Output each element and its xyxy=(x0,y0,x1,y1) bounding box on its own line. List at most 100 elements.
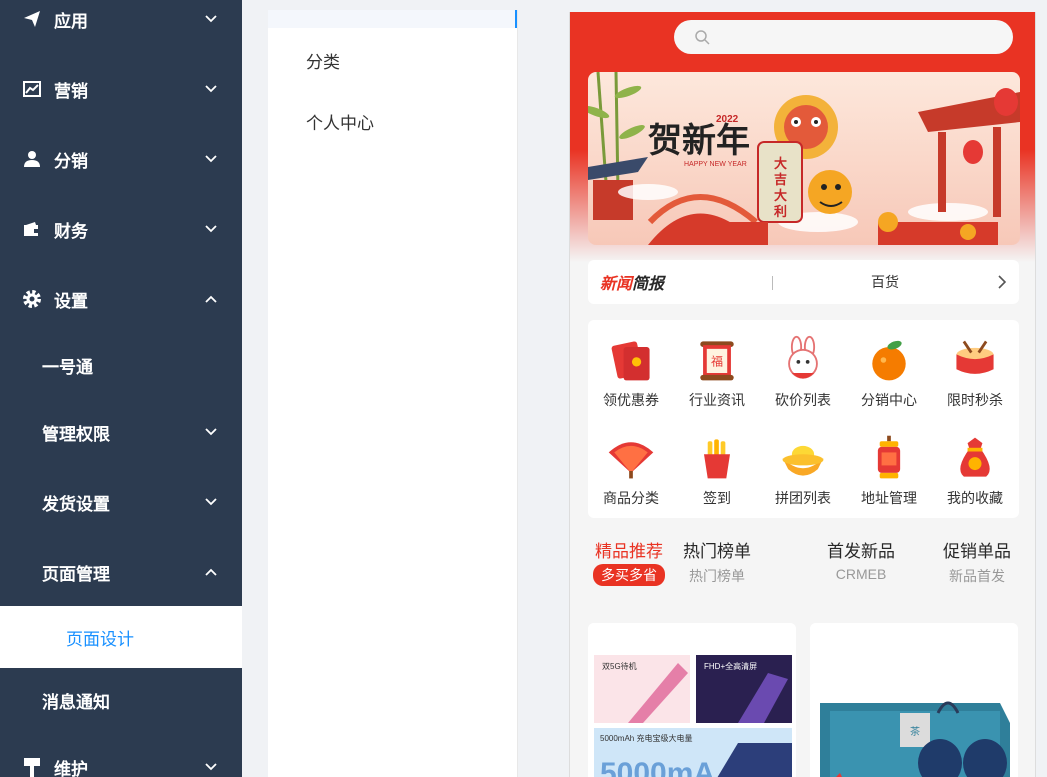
menu-distribution-center[interactable]: 分销中心 xyxy=(846,320,932,410)
tab-hot[interactable]: 热门榜单 热门榜单 xyxy=(667,537,767,586)
chevron-down-icon xyxy=(205,225,217,233)
chevron-down-icon xyxy=(205,15,217,23)
wallet-icon xyxy=(22,219,42,239)
search-bar[interactable] xyxy=(674,20,1013,54)
user-icon xyxy=(22,149,42,169)
svg-text:福: 福 xyxy=(711,354,723,369)
sidebar-item-settings[interactable]: 设置 xyxy=(0,269,242,329)
sidebar-item-label: 维护 xyxy=(54,759,88,777)
sidebar-subitem-notifications[interactable]: 消息通知 xyxy=(0,670,242,730)
tab-recommended[interactable]: 精品推荐 多买多省 xyxy=(579,537,679,586)
menu-address[interactable]: 地址管理 xyxy=(846,418,932,508)
sidebar-item-label: 分销 xyxy=(54,151,88,171)
sidebar-subitem-label: 页面设计 xyxy=(66,629,134,649)
tab-title: 首发新品 xyxy=(827,542,895,561)
banner-subtitle: HAPPY NEW YEAR xyxy=(684,161,747,168)
product-card[interactable]: 双5G待机 FHD+全高清屏 5000mAh 充电宝级大电量 5000mA xyxy=(588,623,796,777)
chevron-down-icon xyxy=(205,428,217,436)
menu-label: 签到 xyxy=(703,490,731,506)
sidebar-item-apps[interactable]: 应用 xyxy=(0,0,242,49)
search-icon xyxy=(695,30,710,45)
tab-subtitle: 新品首发 xyxy=(949,568,1005,584)
news-logo: 新闻简报 xyxy=(600,270,664,294)
red-envelope-icon xyxy=(611,341,650,381)
firecracker-icon xyxy=(704,439,730,479)
sidebar-item-label: 营销 xyxy=(54,81,88,101)
news-bar[interactable]: 新闻简报 百货 xyxy=(588,260,1019,304)
sidebar-subitem-label: 一号通 xyxy=(42,357,93,377)
tab-title: 热门榜单 xyxy=(683,542,751,561)
menu-label: 砍价列表 xyxy=(775,392,831,408)
sidebar-item-maintenance[interactable]: 维护 xyxy=(0,737,242,777)
sidebar-subitem-yihaotong[interactable]: 一号通 xyxy=(0,335,242,395)
page-list-item-user-center[interactable]: 个人中心 xyxy=(306,109,374,134)
sidebar: 应用 营销 分销 财务 设置 一号通 管理权限 发货设置 页面管理 页面设计 消… xyxy=(0,0,242,777)
tab-title: 促销单品 xyxy=(943,542,1011,561)
scroll-icon: 福 xyxy=(700,341,734,381)
sidebar-subitem-shipping[interactable]: 发货设置 xyxy=(0,472,242,532)
chevron-down-icon xyxy=(205,155,217,163)
page-list-item-category[interactable]: 分类 xyxy=(306,48,340,73)
news-logo-part2: 简报 xyxy=(632,276,665,293)
menu-label: 限时秒杀 xyxy=(947,392,1003,408)
menu-label: 分销中心 xyxy=(861,392,917,408)
menu-category[interactable]: 商品分类 xyxy=(588,418,674,508)
tab-subtitle-badge: 多买多省 xyxy=(593,564,665,586)
tab-title: 精品推荐 xyxy=(595,542,663,561)
tab-promotion[interactable]: 促销单品 新品首发 xyxy=(927,537,1027,586)
tab-new[interactable]: 首发新品 CRMEB xyxy=(811,537,911,582)
menu-grid: 领优惠券 福 行业资讯 砍价列表 分销中心 限时秒杀 商品分类 签到 拼团列表 … xyxy=(588,320,1019,518)
sidebar-item-marketing[interactable]: 营销 xyxy=(0,59,242,119)
menu-label: 领优惠券 xyxy=(603,392,659,408)
hammer-icon xyxy=(22,757,42,777)
menu-coupon[interactable]: 领优惠券 xyxy=(588,320,674,410)
mobile-preview: 贺新年 2022 HAPPY NEW YEAR 大吉大利 新闻简报 百货 领优惠… xyxy=(569,12,1036,777)
menu-group-buy[interactable]: 拼团列表 xyxy=(760,418,846,508)
sidebar-item-label: 设置 xyxy=(54,291,88,311)
send-icon xyxy=(22,9,42,29)
fan-icon xyxy=(608,442,654,479)
drum-icon xyxy=(956,340,994,374)
sidebar-item-finance[interactable]: 财务 xyxy=(0,199,242,259)
lantern-icon xyxy=(877,435,901,479)
sidebar-item-distribution[interactable]: 分销 xyxy=(0,129,242,189)
product-image: 双5G待机 FHD+全高清屏 5000mAh 充电宝级大电量 5000mA xyxy=(588,623,796,777)
product-tabs: 精品推荐 多买多省 热门榜单 热门榜单 首发新品 CRMEB 促销单品 新品首发 xyxy=(570,537,1035,597)
menu-favorites[interactable]: 我的收藏 xyxy=(932,418,1018,508)
sidebar-subitem-label: 发货设置 xyxy=(42,494,110,514)
menu-industry-news[interactable]: 福 行业资讯 xyxy=(674,320,760,410)
orange-icon xyxy=(872,340,906,381)
product-big-text: 5000mA xyxy=(600,757,715,777)
sidebar-subitem-permissions[interactable]: 管理权限 xyxy=(0,402,242,462)
sidebar-subitem-page-management[interactable]: 页面管理 xyxy=(0,542,242,602)
lucky-bag-icon xyxy=(960,437,990,477)
sidebar-subitem-label: 管理权限 xyxy=(42,424,110,444)
banner-title: 贺新年 xyxy=(648,121,750,161)
menu-label: 商品分类 xyxy=(603,490,659,506)
sidebar-subitem-label: 消息通知 xyxy=(42,692,110,712)
sidebar-item-label: 财务 xyxy=(54,221,88,241)
chevron-up-icon xyxy=(205,568,217,576)
chevron-up-icon xyxy=(205,295,217,303)
product-card[interactable]: 茶 xyxy=(810,623,1018,777)
rabbit-icon xyxy=(788,335,818,379)
menu-label: 我的收藏 xyxy=(947,490,1003,506)
banner-year: 2022 xyxy=(716,114,739,125)
menu-flash-sale[interactable]: 限时秒杀 xyxy=(932,320,1018,410)
tab-subtitle: CRMEB xyxy=(835,566,887,582)
product-badge: 双5G待机 xyxy=(602,661,637,671)
menu-bargain[interactable]: 砍价列表 xyxy=(760,320,846,410)
page-list-selected-strip[interactable] xyxy=(268,10,517,28)
sidebar-item-label: 应用 xyxy=(54,11,88,31)
chevron-right-icon xyxy=(998,275,1007,289)
news-text: 百货 xyxy=(871,274,899,290)
divider xyxy=(772,276,773,290)
menu-checkin[interactable]: 签到 xyxy=(674,418,760,508)
chevron-down-icon xyxy=(205,498,217,506)
news-logo-part1: 新闻 xyxy=(600,276,633,293)
menu-label: 拼团列表 xyxy=(775,490,831,506)
sidebar-subitem-page-design[interactable]: 页面设计 xyxy=(0,606,242,668)
chevron-down-icon xyxy=(205,763,217,771)
product-badge: FHD+全高清屏 xyxy=(704,661,757,671)
banner-image[interactable]: 贺新年 2022 HAPPY NEW YEAR 大吉大利 xyxy=(588,72,1020,245)
